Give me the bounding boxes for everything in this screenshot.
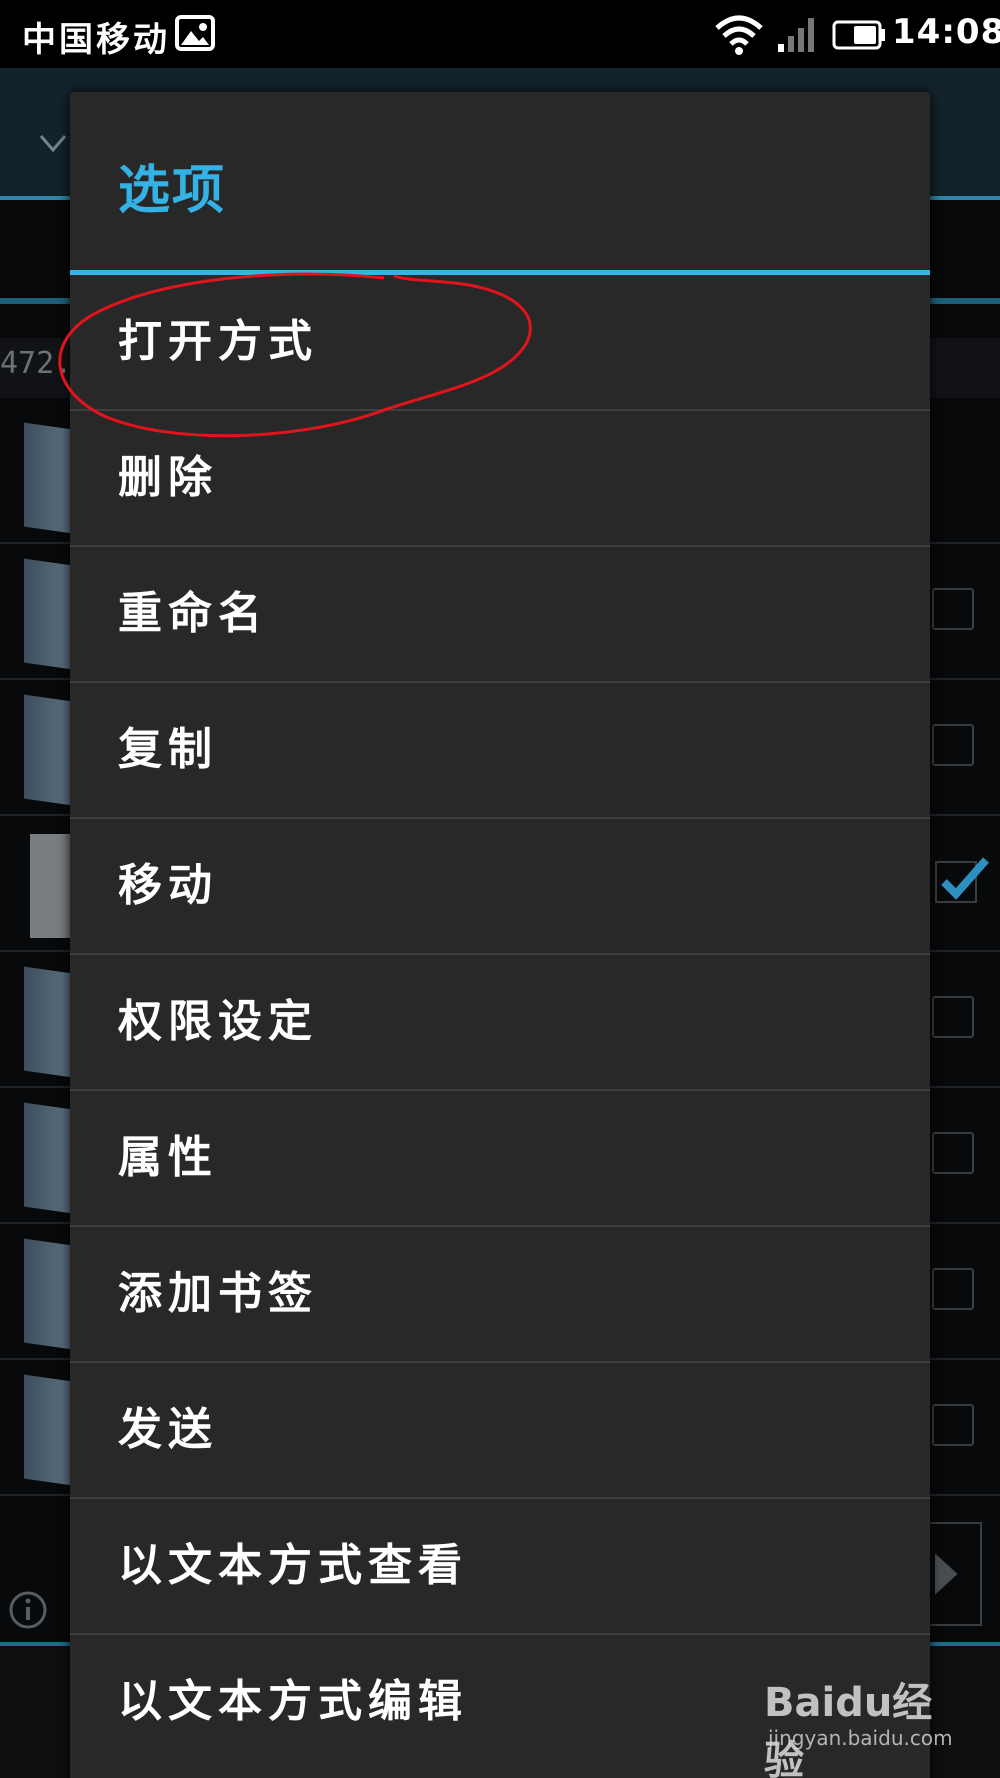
folder-icon: [24, 1374, 72, 1486]
battery-icon: [832, 20, 885, 50]
menu-item-delete[interactable]: 删除: [70, 411, 930, 547]
file-checkbox: [932, 1268, 974, 1310]
carrier-name: 中国移动: [22, 20, 170, 60]
menu-item-open-with[interactable]: 打开方式: [70, 275, 930, 411]
menu-item-move[interactable]: 移动: [70, 819, 930, 955]
folder-icon: [24, 966, 72, 1078]
signal-icon: [778, 18, 814, 52]
folder-icon: [24, 1238, 72, 1350]
watermark-url: jingyan.baidu.com: [768, 1726, 953, 1750]
checkmark-icon: [935, 857, 989, 903]
watermark-logo: Baidu经验: [764, 1680, 933, 1778]
baidu-watermark: Baidu经验 jingyan.baidu.com: [764, 1670, 964, 1778]
menu-item-add-bookmark[interactable]: 添加书签: [70, 1227, 930, 1363]
file-checkbox: [932, 724, 974, 766]
menu-item-rename[interactable]: 重命名: [70, 547, 930, 683]
background-path-text: 472.: [0, 346, 73, 381]
file-checkbox: [932, 588, 974, 630]
options-menu: 打开方式 删除 重命名 复制 移动 权限设定 属性 添加书签 发送 以文本方式查…: [70, 275, 930, 1771]
gallery-icon: [175, 15, 215, 51]
file-checkbox: [932, 1404, 974, 1446]
folder-icon: [24, 422, 72, 534]
folder-icon: [24, 1102, 72, 1214]
menu-item-view-as-text[interactable]: 以文本方式查看: [70, 1499, 930, 1635]
menu-item-send[interactable]: 发送: [70, 1363, 930, 1499]
menu-item-copy[interactable]: 复制: [70, 683, 930, 819]
screen: 中国移动 14:08 472. 选项 打开方式 删除 重命名 复制 移动 权限设…: [0, 0, 1000, 1778]
status-bar: 中国移动 14:08: [0, 0, 1000, 68]
menu-item-permissions[interactable]: 权限设定: [70, 955, 930, 1091]
dialog-title: 选项: [118, 161, 227, 221]
file-checkbox: [932, 996, 974, 1038]
clock: 14:08: [892, 12, 1000, 52]
folder-icon: [24, 558, 72, 670]
menu-item-properties[interactable]: 属性: [70, 1091, 930, 1227]
info-icon: [9, 1591, 47, 1629]
file-checkbox: [932, 1132, 974, 1174]
chevron-down-icon: [39, 135, 67, 153]
options-dialog: 选项 打开方式 删除 重命名 复制 移动 权限设定 属性 添加书签 发送 以文本…: [70, 92, 930, 1778]
wifi-icon: [715, 15, 763, 55]
folder-icon: [24, 694, 72, 806]
